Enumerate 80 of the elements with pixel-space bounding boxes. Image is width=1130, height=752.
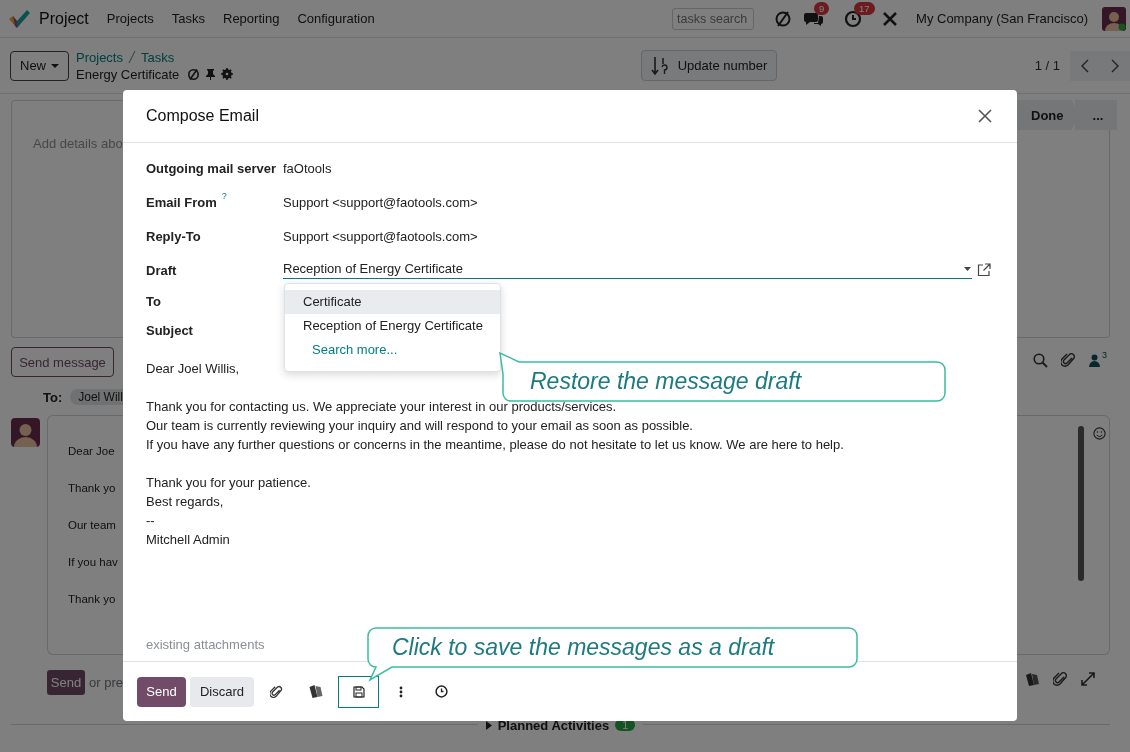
- settings-icon[interactable]: [221, 68, 234, 80]
- email-body-line: Thank you for your patience.: [146, 474, 312, 492]
- section-title[interactable]: Planned Activities: [497, 717, 610, 733]
- field-label: To: [146, 294, 161, 309]
- send-message-button[interactable]: Send message: [11, 347, 114, 377]
- to-label: To:: [43, 389, 63, 405]
- company-switcher[interactable]: My Company (San Francisco): [916, 11, 1088, 26]
- field-value: Support <support@faotools.com>: [283, 194, 479, 210]
- breadcrumb-link[interactable]: Projects: [76, 49, 123, 65]
- record-title: Energy Certificate: [76, 66, 180, 82]
- draft-select-field[interactable]: Reception of Energy Certificate: [283, 261, 972, 279]
- tooltip-callout: Click to save the messages as a draft: [364, 626, 861, 682]
- message-text-line: Thank yo: [68, 481, 117, 496]
- chevron-right-icon: [1111, 58, 1119, 73]
- message-text-line: Our team: [68, 518, 117, 533]
- vertical-dots-icon: [399, 685, 403, 698]
- save-draft-button[interactable]: [338, 675, 379, 708]
- slash-icon: [128, 51, 136, 63]
- followers-count: 3: [1102, 349, 1107, 360]
- field-label: Email From: [146, 194, 217, 210]
- clock-icon: [434, 685, 448, 698]
- checkmark-logo-icon[interactable]: [8, 8, 30, 29]
- avatar-icon: [11, 418, 40, 447]
- message-count-badge: 9: [814, 1, 830, 15]
- dropdown-option[interactable]: Reception of Energy Certificate: [285, 314, 500, 338]
- paperclip-icon: [269, 684, 283, 699]
- smiley-icon[interactable]: [1093, 427, 1106, 440]
- search-icon[interactable]: [1033, 352, 1048, 368]
- email-body-line: Our team is currently reviewing your inquiry and will respond to your email as soon as possible.: [146, 417, 694, 435]
- recipient-tag[interactable]: Joel Will: [70, 389, 123, 405]
- field-value: faOtools: [283, 160, 333, 176]
- message-text-line: If you hav: [68, 555, 119, 570]
- field-label: Reply-To: [146, 228, 201, 244]
- field-label: Subject: [146, 323, 193, 338]
- send-button[interactable]: Send: [137, 676, 186, 707]
- message-text-line: Dear Joe: [68, 444, 116, 459]
- email-body-line: Best regards,: [146, 493, 225, 511]
- email-body-line: --: [146, 512, 156, 530]
- caret-icon: [964, 266, 971, 271]
- menu-item[interactable]: Reporting: [223, 11, 280, 26]
- pin-icon[interactable]: [205, 68, 217, 80]
- app-name[interactable]: Project: [39, 9, 89, 28]
- field-label: Draft: [146, 262, 177, 278]
- email-body-line: Mitchell Admin: [146, 531, 231, 549]
- menu-item[interactable]: Tasks: [171, 11, 205, 26]
- caret-icon[interactable]: [485, 720, 492, 730]
- discard-button[interactable]: Discard: [190, 676, 254, 707]
- update-number-button[interactable]: Update number: [640, 50, 778, 81]
- message-text-line: Thank yo: [68, 592, 117, 607]
- chevron-left-icon: [1081, 58, 1089, 73]
- books-icon[interactable]: [1025, 671, 1040, 687]
- books-icon: [308, 684, 324, 699]
- external-link-icon[interactable]: [977, 263, 991, 277]
- field-label: Outgoing mail server: [146, 160, 277, 176]
- person-icon[interactable]: [1089, 353, 1100, 367]
- scrollbar[interactable]: [1078, 426, 1084, 581]
- send-button[interactable]: Send: [47, 670, 86, 695]
- dialog-title: Compose Email: [146, 107, 259, 125]
- send-hint: or pre: [89, 675, 123, 690]
- avatar-icon[interactable]: [1102, 6, 1126, 31]
- attachments-label: existing attachments: [146, 636, 265, 654]
- menu-item[interactable]: Projects: [106, 11, 154, 26]
- field-value: Support <support@faotools.com>: [283, 228, 479, 244]
- email-body-line: Dear Joel Willis,: [146, 360, 241, 378]
- email-body-line: If you have any further questions or concerns in the meantime, please do not hesitate to let us know. We are here to help.: [146, 436, 845, 454]
- more-stages-button[interactable]: ...: [1075, 100, 1117, 130]
- search-more-link[interactable]: Search more...: [285, 338, 500, 362]
- activity-count-badge: 17: [854, 1, 875, 15]
- expand-icon[interactable]: [1081, 672, 1095, 686]
- dropdown-option[interactable]: Certificate: [285, 290, 500, 314]
- help-tooltip-mark[interactable]: ?: [221, 190, 227, 201]
- breadcrumb-link[interactable]: Tasks: [141, 49, 175, 65]
- new-button[interactable]: New: [10, 50, 69, 81]
- paperclip-icon[interactable]: [1053, 671, 1068, 687]
- paperclip-icon[interactable]: [1061, 352, 1076, 368]
- menu-item[interactable]: Configuration: [297, 11, 375, 26]
- tooltip-callout: Restore the message draft: [497, 350, 949, 403]
- close-icon: [978, 109, 992, 123]
- pager-value: 1 / 1: [1034, 58, 1060, 73]
- search-field[interactable]: tasks search: [672, 7, 755, 30]
